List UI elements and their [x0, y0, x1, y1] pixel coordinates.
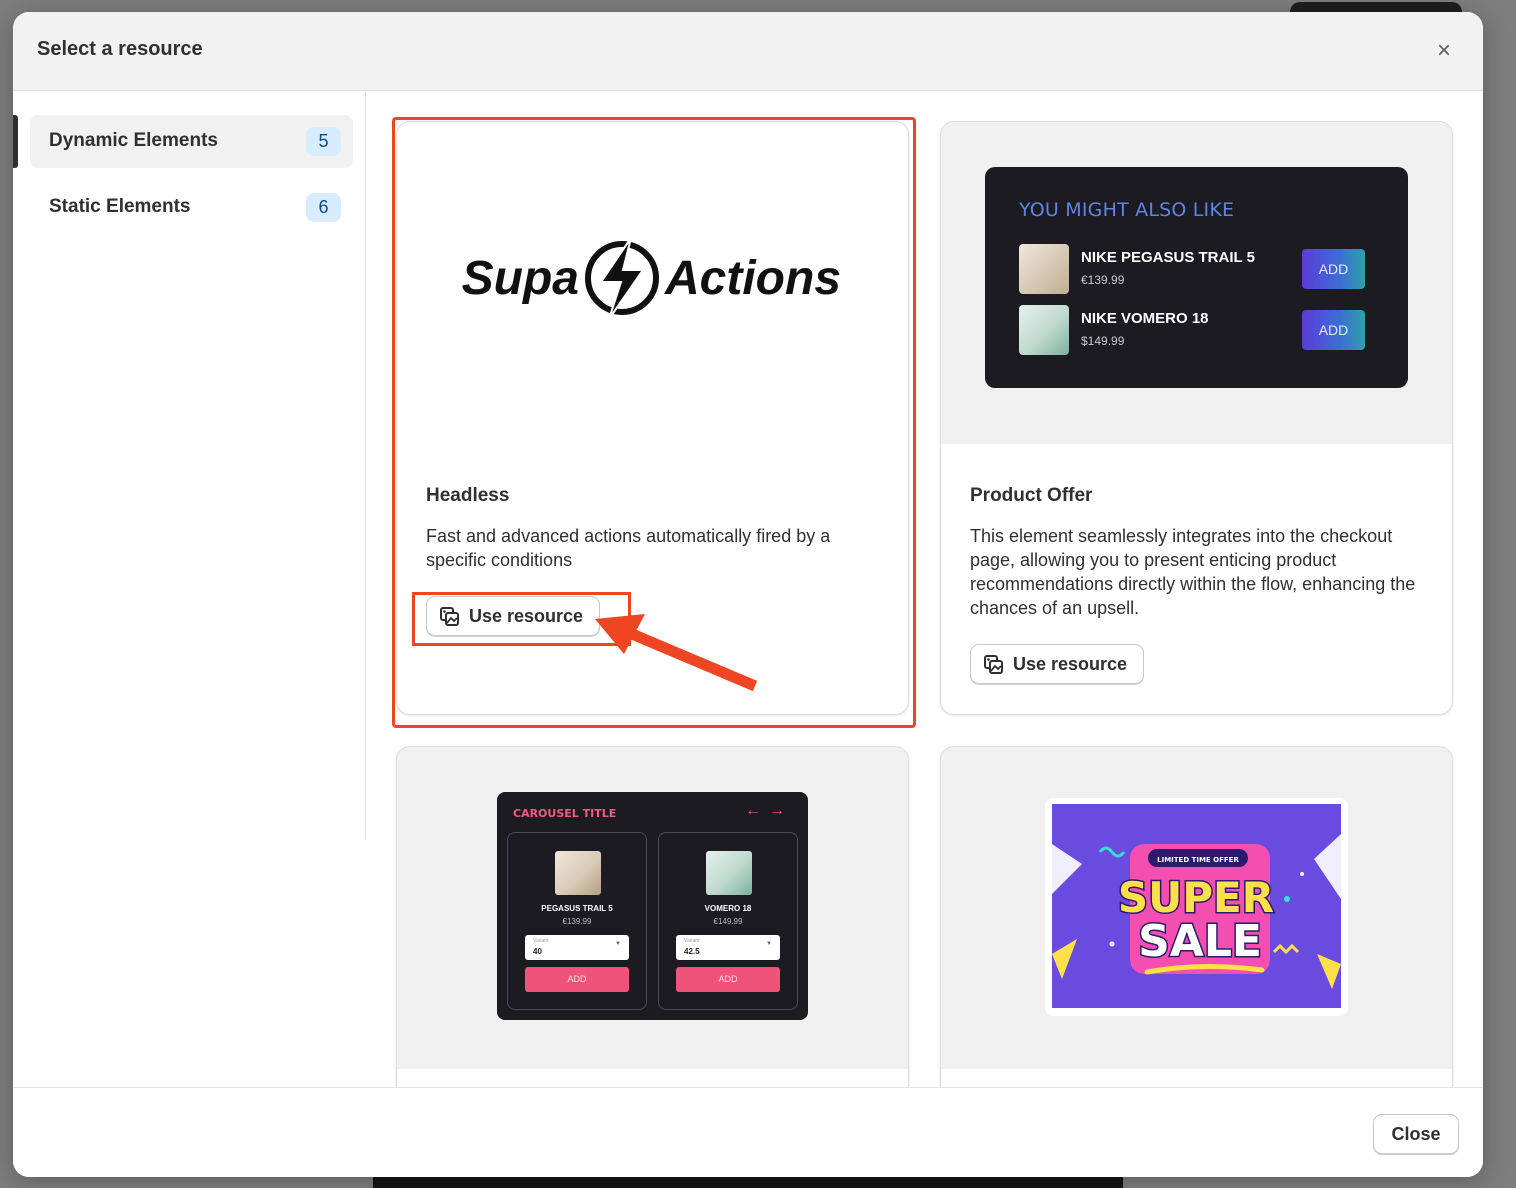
card-preview: LIMITED TIME OFFER SUPER SALE — [941, 747, 1452, 1069]
sale-text-line1: SUPER — [1118, 873, 1274, 922]
modal-header: Select a resource × — [13, 12, 1483, 91]
resource-grid: Supa Actions Headless Fast and advanced … — [367, 92, 1483, 1146]
product-row: NIKE VOMERO 18 $149.99 ADD — [1019, 305, 1379, 355]
product-price: €139.99 — [1081, 273, 1125, 287]
logo-text-right: Actions — [664, 252, 841, 305]
resource-card-product-offer: YOU MIGHT ALSO LIKE NIKE PEGASUS TRAIL 5… — [940, 121, 1453, 715]
card-description: This element seamlessly integrates into … — [970, 526, 1416, 618]
add-button: ADD — [1302, 249, 1365, 289]
variant-label: Variant — [684, 938, 700, 944]
add-button: ADD — [525, 967, 629, 992]
card-preview: Supa Actions — [397, 122, 908, 444]
product-price: €139.99 — [562, 917, 592, 926]
logo-text-left: Supa — [462, 252, 579, 305]
add-button: ADD — [676, 967, 780, 992]
product-name: NIKE PEGASUS TRAIL 5 — [1081, 249, 1255, 266]
modal-title: Select a resource — [37, 38, 203, 60]
preview-heading: YOU MIGHT ALSO LIKE — [1019, 199, 1235, 221]
product-name: NIKE VOMERO 18 — [1081, 310, 1209, 327]
carousel-item: VOMERO 18 €149.99 Variant 42.5 ▼ ADD — [658, 832, 798, 1010]
product-price: $149.99 — [1081, 334, 1125, 348]
shoe-image — [1019, 244, 1069, 294]
shoe-image — [706, 851, 752, 895]
add-button: ADD — [1302, 310, 1365, 350]
product-price: €149.99 — [713, 917, 743, 926]
variant-value: 40 — [533, 947, 542, 956]
variant-select: Variant 40 ▼ — [525, 935, 629, 960]
button-label: Use resource — [469, 606, 584, 626]
super-sale-banner: LIMITED TIME OFFER SUPER SALE — [1045, 798, 1348, 1016]
image-gallery-icon — [984, 655, 1003, 674]
resource-card-super-sale: LIMITED TIME OFFER SUPER SALE — [940, 746, 1453, 1146]
card-preview: CAROUSEL TITLE ←→ PEGASUS TRAIL 5 €139.9… — [397, 747, 908, 1069]
sidebar-item-label: Dynamic Elements — [49, 130, 218, 151]
resource-modal: Select a resource × Dynamic Elements 5 S… — [13, 12, 1483, 1177]
card-preview: YOU MIGHT ALSO LIKE NIKE PEGASUS TRAIL 5… — [941, 122, 1452, 444]
supa-actions-logo: Supa Actions — [462, 237, 841, 320]
sidebar: Dynamic Elements 5 Static Elements 6 — [13, 92, 366, 840]
carousel-item: PEGASUS TRAIL 5 €139.99 Variant 40 ▼ ADD — [507, 832, 647, 1010]
carousel-preview: CAROUSEL TITLE ←→ PEGASUS TRAIL 5 €139.9… — [497, 792, 808, 1020]
shoe-image — [555, 851, 601, 895]
use-resource-button[interactable]: Use resource — [426, 596, 601, 636]
count-badge: 5 — [306, 127, 341, 156]
badge-text: LIMITED TIME OFFER — [1157, 856, 1239, 864]
variant-value: 42.5 — [684, 947, 700, 956]
card-title: Product Offer — [970, 485, 1093, 506]
resource-card-headless: Supa Actions Headless Fast and advanced … — [396, 121, 909, 715]
card-description: Fast and advanced actions automatically … — [426, 526, 831, 570]
card-title: Headless — [426, 485, 510, 506]
button-label: Use resource — [1013, 654, 1128, 674]
product-offer-preview: YOU MIGHT ALSO LIKE NIKE PEGASUS TRAIL 5… — [985, 167, 1408, 388]
carousel-title: CAROUSEL TITLE — [513, 807, 617, 820]
sidebar-item-label: Static Elements — [49, 196, 191, 217]
image-gallery-icon — [440, 607, 459, 626]
modal-footer: Close — [13, 1087, 1483, 1177]
close-button[interactable]: Close — [1373, 1114, 1459, 1154]
count-badge: 6 — [306, 193, 341, 222]
use-resource-button[interactable]: Use resource — [970, 644, 1145, 684]
variant-label: Variant — [533, 938, 549, 944]
resource-card-carousel: CAROUSEL TITLE ←→ PEGASUS TRAIL 5 €139.9… — [396, 746, 909, 1146]
sidebar-item-static-elements[interactable]: Static Elements 6 — [30, 181, 353, 234]
product-name: PEGASUS TRAIL 5 — [541, 904, 613, 913]
chevron-down-icon: ▼ — [615, 941, 621, 947]
active-indicator — [13, 115, 18, 168]
product-name: VOMERO 18 — [704, 904, 752, 913]
chevron-down-icon: ▼ — [766, 941, 772, 947]
product-row: NIKE PEGASUS TRAIL 5 €139.99 ADD — [1019, 244, 1379, 294]
sidebar-item-dynamic-elements[interactable]: Dynamic Elements 5 — [13, 115, 353, 168]
close-icon[interactable]: × — [1431, 38, 1457, 64]
carousel-arrows-icon: ←→ — [745, 802, 793, 819]
sale-banner-graphic: LIMITED TIME OFFER SUPER SALE — [1052, 804, 1341, 1008]
shoe-image — [1019, 305, 1069, 355]
variant-select: Variant 42.5 ▼ — [676, 935, 780, 960]
sale-text-line2: SALE — [1138, 916, 1262, 967]
